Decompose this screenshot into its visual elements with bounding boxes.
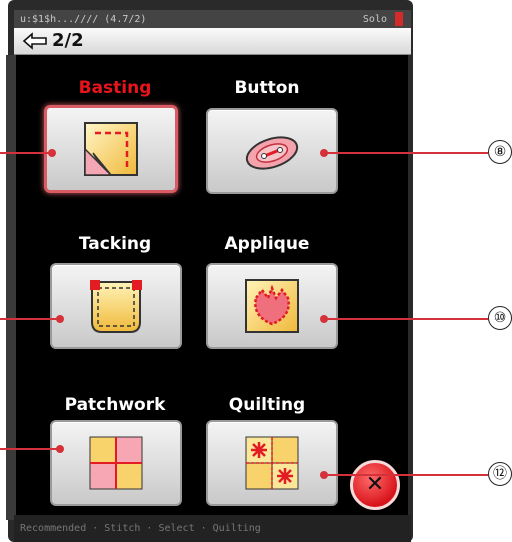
callout-dot [48,149,56,157]
stitch-label-basting: Basting [78,78,152,98]
callout-line-patchwork [0,448,60,450]
basting-button[interactable] [44,105,178,193]
stitch-label-tacking: Tacking [78,234,152,254]
callout-number-8: ⑧ [488,140,512,164]
stitch-label-quilting: Quilting [228,395,306,415]
quilting-icon [245,436,299,490]
bottom-bar: Recommended · Stitch · Select · Quilting [14,515,411,542]
status-indicator [395,12,403,26]
status-text: u:$1$h...//// (4.7/2) [20,14,147,25]
header: 2/2 [14,28,411,55]
callout-line-applique [324,318,488,320]
back-arrow-icon[interactable] [22,31,50,51]
stitch-label-button: Button [234,78,300,98]
callout-line-basting [0,152,52,154]
status-bar: u:$1$h...//// (4.7/2) Solo [14,10,411,30]
close-button[interactable]: ✕ [350,460,400,510]
button-icon [245,136,299,170]
callout-dot [56,315,64,323]
basting-icon [84,122,138,176]
callout-line-tacking [0,318,60,320]
callout-number-12: ⑫ [488,462,512,486]
callout-dot [56,445,64,453]
patchwork-icon [89,436,143,490]
close-icon: ✕ [365,472,385,497]
callout-line-button [324,152,488,154]
patchwork-button[interactable] [50,420,182,506]
bottom-bar-text: Recommended · Stitch · Select · Quilting [20,523,261,534]
applique-icon [245,279,299,333]
callout-number-10: ⑩ [488,306,512,330]
tacking-icon [90,280,142,333]
status-mode: Solo [362,14,387,25]
button-stitch-button[interactable] [206,108,338,194]
applique-button[interactable] [206,263,338,349]
tacking-button[interactable] [50,263,182,349]
page-indicator: 2/2 [52,30,84,51]
callout-line-quilting [324,474,488,476]
stitch-label-patchwork: Patchwork [64,395,166,415]
stitch-label-applique: Applique [224,234,310,254]
quilting-button[interactable] [206,420,338,506]
